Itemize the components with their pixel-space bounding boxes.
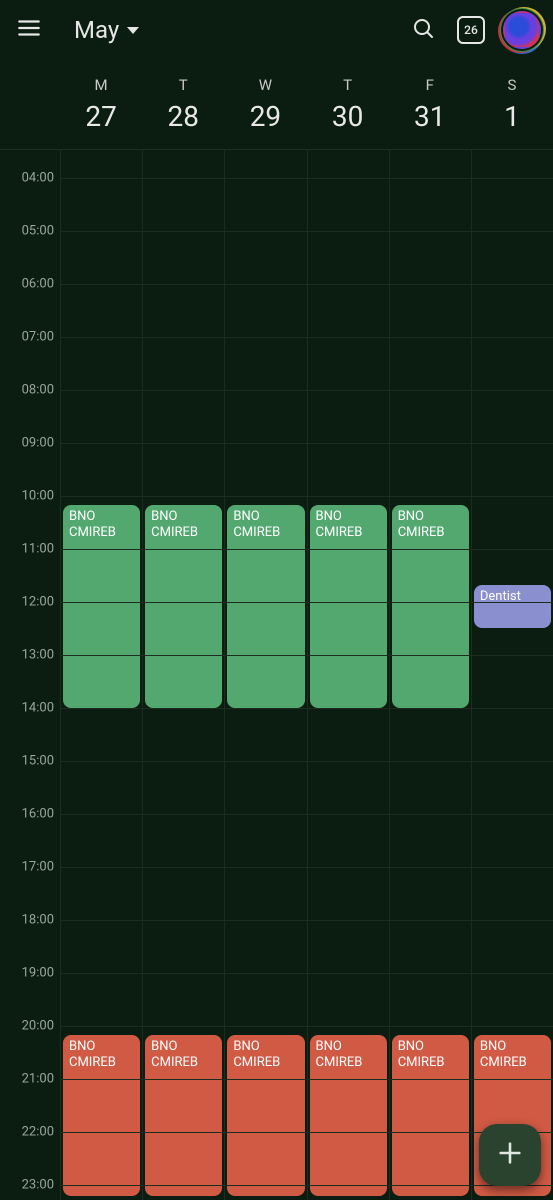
calendar-today-icon: 26 <box>457 16 485 44</box>
day-column[interactable]: BNOCMIREBBNOCMIREB <box>224 150 306 1200</box>
event-title: BNO <box>398 509 463 525</box>
time-axis-label: 13:00 <box>0 648 54 663</box>
menu-button[interactable] <box>12 13 46 47</box>
dow-label: F <box>426 76 434 94</box>
calendar-event[interactable]: Dentist <box>474 585 551 629</box>
event-title: BNO <box>151 509 216 525</box>
event-title: BNO <box>316 1039 381 1055</box>
event-subtitle: CMIREB <box>69 525 134 541</box>
day-column[interactable]: BNOCMIREBBNOCMIREB <box>307 150 389 1200</box>
calendar-event[interactable]: BNOCMIREB <box>227 505 304 708</box>
time-axis-label: 23:00 <box>0 1178 54 1193</box>
hamburger-icon <box>16 15 42 45</box>
month-label: May <box>74 16 119 44</box>
event-title: BNO <box>233 1039 298 1055</box>
today-button[interactable]: 26 <box>451 10 491 50</box>
event-title: Dentist <box>480 589 545 605</box>
calendar-event[interactable]: BNOCMIREB <box>145 1035 222 1196</box>
account-avatar[interactable] <box>503 11 541 49</box>
time-axis-label: 04:00 <box>0 171 54 186</box>
time-axis-label: 18:00 <box>0 913 54 928</box>
time-axis-label: 22:00 <box>0 1125 54 1140</box>
dow-label: T <box>179 76 188 94</box>
event-title: BNO <box>69 1039 134 1055</box>
today-date-badge: 26 <box>464 23 478 37</box>
day-column[interactable]: BNOCMIREBBNOCMIREB <box>389 150 471 1200</box>
event-subtitle: CMIREB <box>398 525 463 541</box>
time-axis-label: 12:00 <box>0 595 54 610</box>
dom-label: 27 <box>85 100 116 133</box>
event-title: BNO <box>316 509 381 525</box>
calendar-event[interactable]: BNOCMIREB <box>145 505 222 708</box>
event-subtitle: CMIREB <box>233 1055 298 1071</box>
dow-label: T <box>343 76 352 94</box>
day-header[interactable]: W 29 <box>224 60 306 149</box>
time-axis-label: 11:00 <box>0 542 54 557</box>
day-header[interactable]: M 27 <box>60 60 142 149</box>
day-header[interactable]: T 30 <box>307 60 389 149</box>
event-subtitle: CMIREB <box>398 1055 463 1071</box>
time-axis-label: 17:00 <box>0 860 54 875</box>
dom-label: 30 <box>332 100 363 133</box>
dom-label: 28 <box>168 100 199 133</box>
time-axis: 04:00 05:00 06:00 07:00 08:00 09:00 10:00 11:00… <box>0 150 60 1200</box>
create-event-button[interactable] <box>479 1124 541 1186</box>
event-subtitle: CMIREB <box>316 1055 381 1071</box>
day-header[interactable]: F 31 <box>389 60 471 149</box>
chevron-down-icon <box>127 27 139 34</box>
time-axis-label: 10:00 <box>0 489 54 504</box>
day-column[interactable]: BNOCMIREBBNOCMIREB <box>60 150 142 1200</box>
dom-label: 1 <box>504 100 520 133</box>
calendar-event[interactable]: BNOCMIREB <box>227 1035 304 1196</box>
event-title: BNO <box>151 1039 216 1055</box>
dow-label: S <box>507 76 516 94</box>
dom-label: 31 <box>414 100 445 133</box>
time-axis-label: 16:00 <box>0 807 54 822</box>
event-title: BNO <box>480 1039 545 1055</box>
day-column[interactable]: BNOCMIREBBNOCMIREB <box>142 150 224 1200</box>
plus-icon <box>496 1139 524 1171</box>
calendar-grid[interactable]: 04:00 05:00 06:00 07:00 08:00 09:00 10:00 11:00… <box>0 150 553 1200</box>
calendar-event[interactable]: BNOCMIREB <box>392 1035 469 1196</box>
time-axis-label: 06:00 <box>0 277 54 292</box>
time-axis-label: 14:00 <box>0 701 54 716</box>
day-header[interactable]: S 1 <box>471 60 553 149</box>
time-axis-label: 05:00 <box>0 224 54 239</box>
app-top-bar: May 26 <box>0 0 553 60</box>
day-column[interactable]: Dentist BNOCMIREB <box>471 150 553 1200</box>
event-subtitle: CMIREB <box>233 525 298 541</box>
calendar-event[interactable]: BNOCMIREB <box>63 505 140 708</box>
time-axis-label: 19:00 <box>0 966 54 981</box>
dow-label: M <box>95 76 108 94</box>
time-axis-label: 09:00 <box>0 436 54 451</box>
event-subtitle: CMIREB <box>69 1055 134 1071</box>
search-icon <box>411 16 435 44</box>
search-button[interactable] <box>403 10 443 50</box>
calendar-event[interactable]: BNOCMIREB <box>310 505 387 708</box>
calendar-event[interactable]: BNOCMIREB <box>310 1035 387 1196</box>
event-subtitle: CMIREB <box>480 1055 545 1071</box>
dow-label: W <box>259 76 272 94</box>
calendar-event[interactable]: BNOCMIREB <box>392 505 469 708</box>
event-subtitle: CMIREB <box>316 525 381 541</box>
time-axis-label: 21:00 <box>0 1072 54 1087</box>
time-axis-label: 07:00 <box>0 330 54 345</box>
event-title: BNO <box>233 509 298 525</box>
time-axis-label: 08:00 <box>0 383 54 398</box>
event-subtitle: CMIREB <box>151 525 216 541</box>
month-picker[interactable]: May <box>74 16 139 44</box>
day-header[interactable]: T 28 <box>142 60 224 149</box>
week-day-header: M 27 T 28 W 29 T 30 F 31 S 1 <box>0 60 553 150</box>
event-title: BNO <box>69 509 134 525</box>
event-subtitle: CMIREB <box>151 1055 216 1071</box>
time-axis-label: 15:00 <box>0 754 54 769</box>
dom-label: 29 <box>250 100 281 133</box>
calendar-event[interactable]: BNOCMIREB <box>63 1035 140 1196</box>
event-title: BNO <box>398 1039 463 1055</box>
time-axis-label: 20:00 <box>0 1019 54 1034</box>
